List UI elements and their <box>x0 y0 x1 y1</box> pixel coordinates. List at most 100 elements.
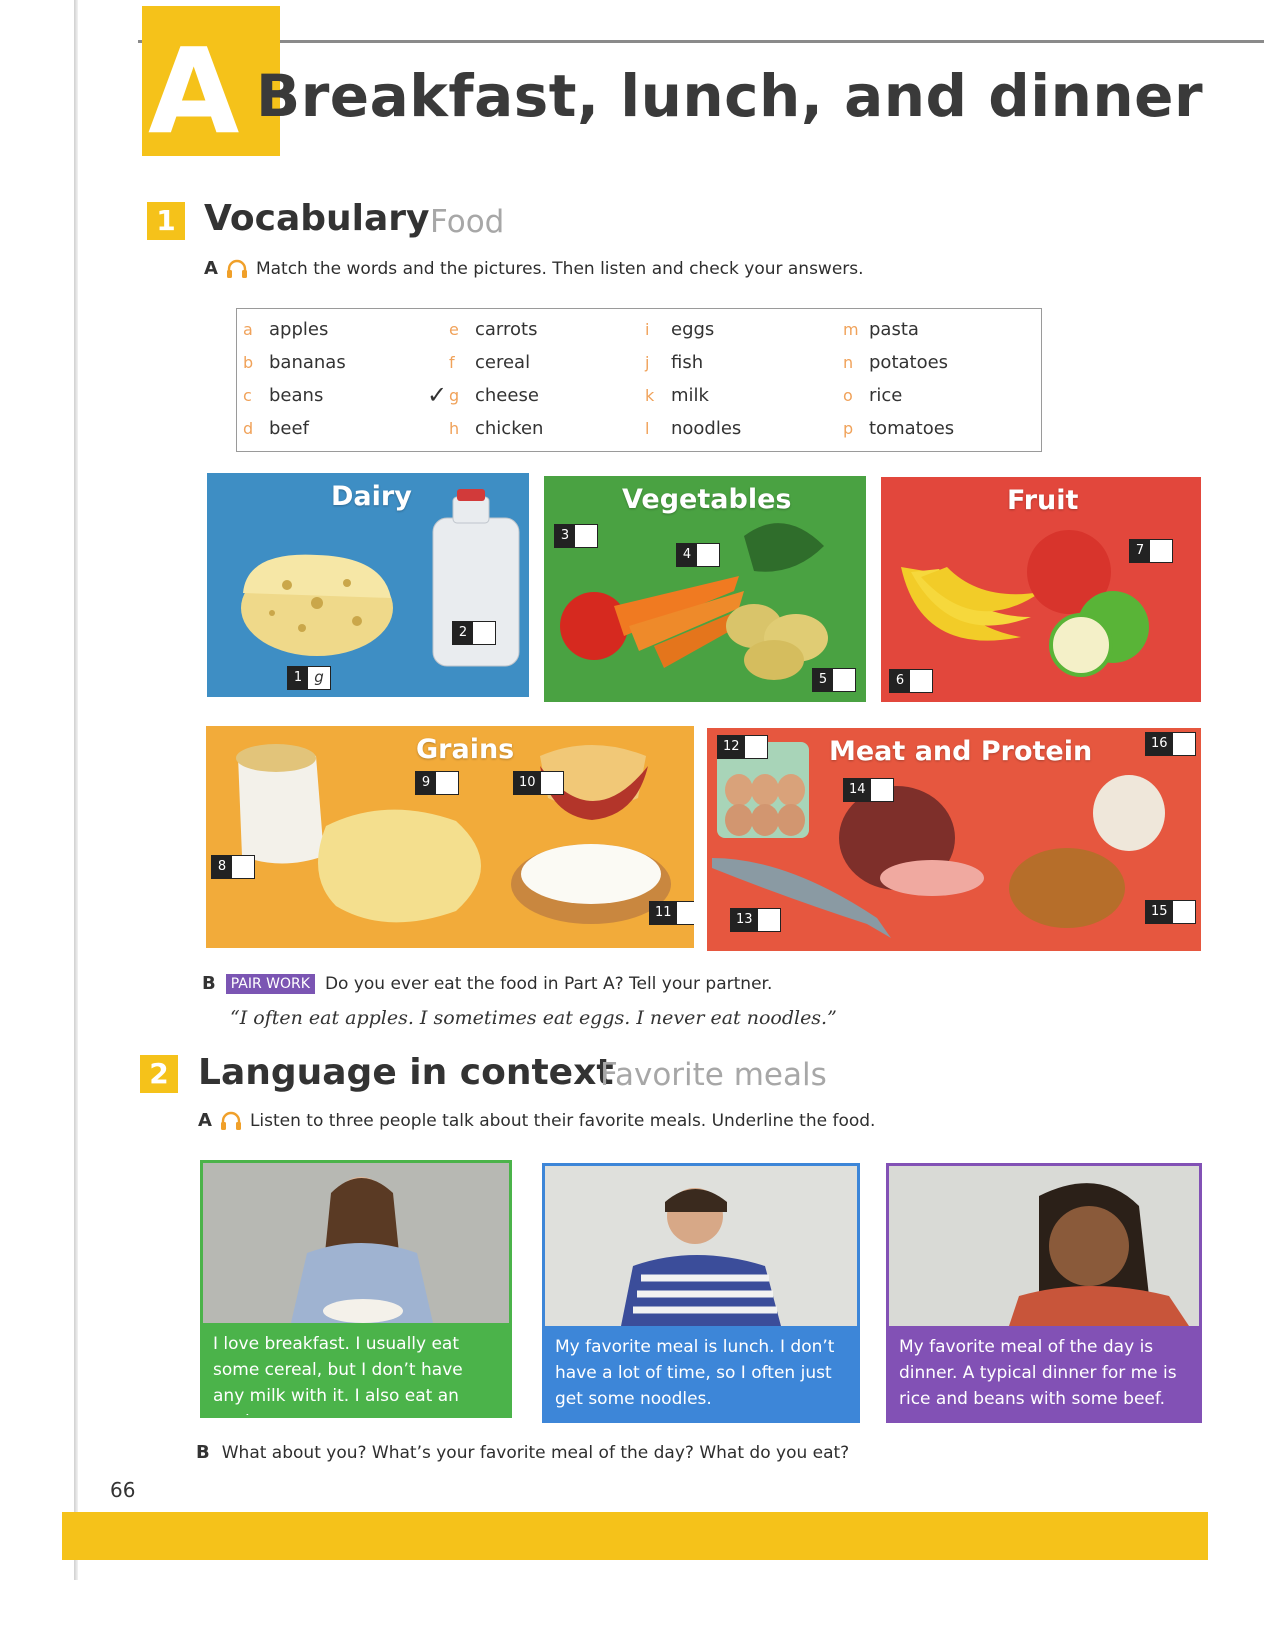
answer-box-number: 11 <box>655 905 672 920</box>
answer-box-12[interactable]: 12 <box>717 735 768 759</box>
milk-cap <box>457 489 485 501</box>
answer-box-input[interactable] <box>697 544 719 566</box>
headphones-icon[interactable] <box>220 1111 242 1131</box>
meal-caption-breakfast: I love breakfast. I usually eat some cer… <box>213 1334 463 1415</box>
meal-card-dinner: My favorite meal of the day is dinner. A… <box>886 1163 1202 1423</box>
section-1-part-a: A Match the words and the pictures. Then… <box>204 258 864 279</box>
word-column-3: i eggs j fish k milk l noodles <box>645 313 741 445</box>
answer-box-number: 9 <box>421 775 431 790</box>
egg <box>751 804 779 836</box>
answer-box-number: 4 <box>682 547 692 562</box>
word-letter: n <box>843 353 854 372</box>
answer-box-input[interactable] <box>744 736 767 758</box>
man-eating-noodles-image <box>545 1166 857 1326</box>
answer-box-input[interactable] <box>1172 901 1195 923</box>
word-letter: j <box>645 353 650 372</box>
page-number: 66 <box>110 1478 136 1502</box>
unit-letter: A <box>148 22 240 160</box>
answer-box-3[interactable]: 3 <box>554 524 598 548</box>
word-item: a apples <box>243 313 346 346</box>
panel-vegetables: Vegetables 3 4 5 <box>544 476 866 702</box>
part-b-instruction: What about you? What’s your favorite mea… <box>221 1442 850 1463</box>
answer-box-13[interactable]: 13 <box>730 908 781 932</box>
answer-box-11[interactable]: 11 <box>649 901 694 925</box>
check-mark-icon: ✓ <box>427 381 448 409</box>
answer-box-input[interactable]: g <box>308 667 330 689</box>
part-a-instruction: Listen to three people talk about their … <box>249 1110 876 1131</box>
word-letter: m <box>843 320 859 339</box>
answer-box-10[interactable]: 10 <box>513 771 564 795</box>
answer-box-number: 7 <box>1135 543 1145 558</box>
answer-box-14[interactable]: 14 <box>843 778 894 802</box>
word-label: beef <box>269 418 309 439</box>
word-label: cheese <box>475 385 539 406</box>
word-letter: i <box>645 320 650 339</box>
egg <box>725 804 753 836</box>
answer-box-number: 16 <box>1151 736 1168 751</box>
answer-box-8[interactable]: 8 <box>211 855 255 879</box>
answer-box-input[interactable] <box>1172 733 1195 755</box>
potato <box>744 640 804 680</box>
cheese-hole <box>343 579 351 587</box>
photo-man-eating-dinner <box>889 1166 1199 1326</box>
page-edge <box>74 0 78 1580</box>
answer-box-input[interactable] <box>232 856 254 878</box>
word-item: i eggs <box>645 313 741 346</box>
section-1-subtitle: Food <box>430 204 505 240</box>
section-2-subtitle: Favorite meals <box>600 1057 827 1093</box>
word-box: a apples b bananas c beans d beef e carrots f… <box>236 308 1042 452</box>
word-letter: k <box>645 386 655 405</box>
word-label: milk <box>671 385 709 406</box>
egg <box>751 774 779 806</box>
word-letter: f <box>449 353 455 372</box>
answer-box-9[interactable]: 9 <box>415 771 459 795</box>
pair-work-badge: PAIR WORK <box>225 973 315 994</box>
word-letter: l <box>645 419 650 438</box>
answer-box-input[interactable] <box>473 622 495 644</box>
word-letter: d <box>243 419 254 438</box>
word-item: l noodles <box>645 412 741 445</box>
answer-box-5[interactable]: 5 <box>812 668 856 692</box>
answer-box-input[interactable] <box>575 525 597 547</box>
example-quote: “I often eat apples. I sometimes eat egg… <box>230 1007 837 1029</box>
answer-box-input[interactable] <box>757 909 780 931</box>
answer-box-number: 12 <box>723 739 740 754</box>
section-2-part-b: B What about you? What’s your favorite m… <box>196 1442 849 1463</box>
cheese-hole <box>282 580 292 590</box>
answer-box-4[interactable]: 4 <box>676 543 720 567</box>
answer-box-input[interactable] <box>833 669 855 691</box>
answer-box-input[interactable] <box>540 772 563 794</box>
word-label: carrots <box>475 319 538 340</box>
part-a-letter: A <box>204 258 218 279</box>
headphones-icon[interactable] <box>226 259 248 279</box>
answer-box-7[interactable]: 7 <box>1129 539 1173 563</box>
answer-box-15[interactable]: 15 <box>1145 900 1196 924</box>
word-label: fish <box>671 352 704 373</box>
answer-box-2[interactable]: 2 <box>452 621 496 645</box>
answer-box-input[interactable] <box>870 779 893 801</box>
word-label: eggs <box>671 319 715 340</box>
section-1-part-b: B PAIR WORK Do you ever eat the food in … <box>202 973 772 994</box>
word-item: e carrots <box>449 313 543 346</box>
panel-grains: Grains 9 10 8 11 <box>206 726 694 948</box>
answer-box-input[interactable] <box>436 772 458 794</box>
answer-box-number: 8 <box>217 859 227 874</box>
section-1-number: 1 <box>147 202 185 240</box>
panel-dairy: Dairy 1g 2 <box>207 473 529 697</box>
section-2-title: Language in context <box>198 1052 614 1093</box>
word-label: cereal <box>475 352 531 373</box>
word-letter: o <box>843 386 853 405</box>
answer-box-input[interactable] <box>1150 540 1172 562</box>
answer-box-1[interactable]: 1g <box>287 666 331 690</box>
answer-box-number: 5 <box>818 672 828 687</box>
carrot-greens <box>744 523 824 572</box>
answer-box-6[interactable]: 6 <box>889 669 933 693</box>
answer-box-number: 13 <box>736 912 753 927</box>
dairy-illustration <box>241 489 520 667</box>
answer-box-input[interactable] <box>910 670 932 692</box>
answer-box-input[interactable] <box>676 902 694 924</box>
meal-caption-dinner: My favorite meal of the day is dinner. A… <box>899 1337 1177 1409</box>
word-item: c beans <box>243 379 346 412</box>
answer-box-16[interactable]: 16 <box>1145 732 1196 756</box>
word-item: h chicken <box>449 412 543 445</box>
